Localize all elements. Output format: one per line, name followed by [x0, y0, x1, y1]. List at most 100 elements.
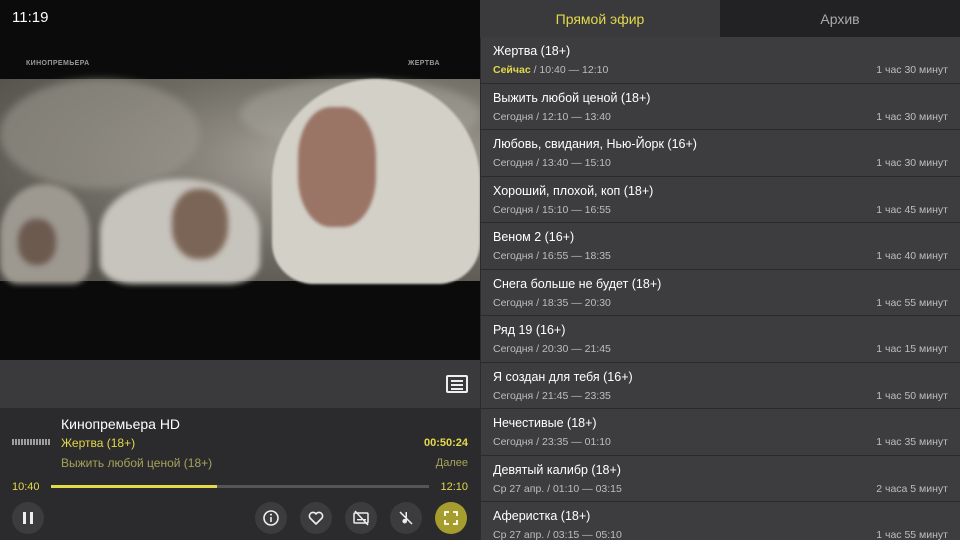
program-row[interactable]: Нечестивые (18+) Сегодня / 23:35 — 01:10 1… [481, 409, 960, 456]
channel-logo [12, 439, 50, 445]
program-guide: Прямой эфир Архив Жертва (18+) Сейчас / 1… [480, 0, 960, 540]
program-time-range: / 03:15 — 05:10 [544, 529, 622, 540]
progress-fill [51, 485, 218, 488]
program-time: Сегодня / 23:35 — 01:10 [493, 436, 611, 448]
program-day: Сегодня [493, 110, 534, 123]
program-time: Сегодня / 20:30 — 21:45 [493, 343, 611, 355]
program-day: Сегодня [493, 436, 534, 448]
program-time-range: / 13:40 — 15:10 [533, 157, 611, 169]
program-row[interactable]: Веном 2 (16+) Сегодня / 16:55 — 18:35 1 ча… [481, 223, 960, 270]
program-time-range: / 15:10 — 16:55 [533, 203, 611, 216]
video-frame [0, 79, 480, 284]
program-time: Ср 27 апр. / 01:10 — 03:15 [493, 483, 622, 495]
fullscreen-icon [444, 511, 458, 525]
pause-icon [23, 512, 33, 524]
program-time-range: / 16:55 — 18:35 [533, 250, 611, 262]
audio-off-icon [399, 511, 413, 525]
program-duration: 1 час 15 минут [876, 343, 948, 355]
progress-bar[interactable] [51, 485, 429, 488]
program-row[interactable]: Девятый калибр (18+) Ср 27 апр. / 01:10 —… [481, 455, 960, 502]
end-time: 12:10 [440, 481, 468, 493]
program-day: Ср 27 апр. [493, 482, 545, 495]
program-duration: 1 час 55 минут [876, 296, 948, 309]
program-day: Ср 27 апр. [493, 529, 545, 540]
remaining-time: 00:50:24 [423, 437, 468, 449]
program-time: Сегодня / 13:40 — 15:10 [493, 157, 611, 169]
tab-archive[interactable]: Архив [720, 0, 960, 37]
program-title: Выжить любой ценой (18+) [493, 90, 651, 105]
program-title: Любовь, свидания, Нью-Йорк (16+) [493, 137, 697, 151]
program-title: Хороший, плохой, коп (18+) [493, 183, 654, 198]
program-title: Веном 2 (16+) [493, 230, 575, 244]
fullscreen-button[interactable] [435, 502, 467, 534]
title-watermark: ЖЕРТВА [407, 60, 440, 67]
program-day: Сегодня [493, 157, 534, 169]
program-time-range: / 20:30 — 21:45 [533, 343, 611, 355]
program-title: Я создан для тебя (16+) [493, 369, 633, 384]
program-duration: 2 часа 5 минут [876, 482, 948, 495]
pause-button[interactable] [12, 502, 44, 534]
player-toolbar [0, 360, 480, 408]
program-title: Нечестивые (18+) [493, 416, 597, 430]
program-time-range: / 23:35 — 01:10 [533, 436, 611, 448]
program-duration: 1 час 55 минут [876, 529, 948, 540]
guide-tabs: Прямой эфир Архив [480, 0, 960, 37]
program-time-range: / 10:40 — 12:10 [530, 64, 609, 76]
clock: 11:19 [12, 9, 49, 26]
start-time: 10:40 [12, 481, 40, 493]
program-row[interactable]: Аферистка (18+) Ср 27 апр. / 03:15 — 05:1… [481, 502, 960, 540]
program-list: Жертва (18+) Сейчас / 10:40 — 12:10 1 час … [480, 37, 960, 540]
program-title: Ряд 19 (16+) [493, 323, 566, 337]
heart-icon [308, 511, 324, 525]
next-label: Далее [435, 457, 468, 469]
video-player[interactable]: 11:19 КИНОПРЕМЬЕРА ЖЕРТВА [0, 0, 480, 360]
program-time-range: / 18:35 — 20:30 [533, 296, 611, 309]
program-duration: 1 час 35 минут [876, 436, 948, 448]
channel-watermark: КИНОПРЕМЬЕРА [26, 60, 90, 67]
program-title: Девятый калибр (18+) [493, 462, 621, 477]
program-time: Сегодня / 18:35 — 20:30 [493, 297, 611, 309]
program-row[interactable]: Снега больше не будет (18+) Сегодня / 18:… [481, 269, 960, 316]
program-day: Сегодня [493, 250, 534, 262]
program-duration: 1 час 30 минут [876, 157, 948, 169]
subtitles-button[interactable] [345, 502, 377, 534]
program-day: Сейчас [493, 64, 531, 76]
program-row[interactable]: Жертва (18+) Сейчас / 10:40 — 12:10 1 час … [481, 37, 960, 84]
program-time-range: / 12:10 — 13:40 [533, 110, 611, 123]
info-icon [263, 510, 279, 526]
program-duration: 1 час 30 минут [876, 110, 948, 123]
program-time-range: / 21:45 — 23:35 [533, 389, 611, 402]
program-row[interactable]: Выжить любой ценой (18+) Сегодня / 12:10 … [481, 83, 960, 130]
tab-live[interactable]: Прямой эфир [480, 0, 720, 37]
current-program: Жертва (18+) [61, 436, 136, 450]
program-day: Сегодня [493, 343, 534, 355]
favorite-button[interactable] [300, 502, 332, 534]
program-time: Ср 27 апр. / 03:15 — 05:10 [493, 529, 622, 540]
epg-list-icon[interactable] [446, 375, 468, 393]
program-day: Сегодня [493, 296, 534, 309]
program-day: Сегодня [493, 389, 534, 402]
program-row[interactable]: Хороший, плохой, коп (18+) Сегодня / 15:1… [481, 176, 960, 223]
now-playing-panel: Кинопремьера HD Жертва (18+) Выжить любо… [0, 408, 480, 540]
audio-track-button[interactable] [390, 502, 422, 534]
next-program: Выжить любой ценой (18+) [61, 456, 213, 470]
program-duration: 1 час 40 минут [876, 250, 948, 262]
program-time-range: / 01:10 — 03:15 [544, 482, 622, 495]
program-row[interactable]: Ряд 19 (16+) Сегодня / 20:30 — 21:45 1 час… [481, 316, 960, 363]
program-row[interactable]: Любовь, свидания, Нью-Йорк (16+) Сегодня … [481, 130, 960, 177]
program-title: Аферистка (18+) [493, 509, 591, 523]
program-day: Сегодня [493, 203, 534, 216]
info-button[interactable] [255, 502, 287, 534]
program-title: Снега больше не будет (18+) [493, 276, 662, 291]
program-duration: 1 час 45 минут [876, 203, 948, 216]
channel-name: Кинопремьера HD [61, 416, 181, 432]
program-time: Сейчас / 10:40 — 12:10 [493, 64, 608, 76]
program-duration: 1 час 50 минут [876, 389, 948, 402]
program-row[interactable]: Я создан для тебя (16+) Сегодня / 21:45 —… [481, 362, 960, 409]
program-title: Жертва (18+) [493, 44, 571, 58]
program-time: Сегодня / 21:45 — 23:35 [493, 390, 611, 402]
program-duration: 1 час 30 минут [876, 64, 948, 76]
subtitles-off-icon [353, 510, 369, 526]
program-time: Сегодня / 16:55 — 18:35 [493, 250, 611, 262]
program-time: Сегодня / 12:10 — 13:40 [493, 111, 611, 123]
